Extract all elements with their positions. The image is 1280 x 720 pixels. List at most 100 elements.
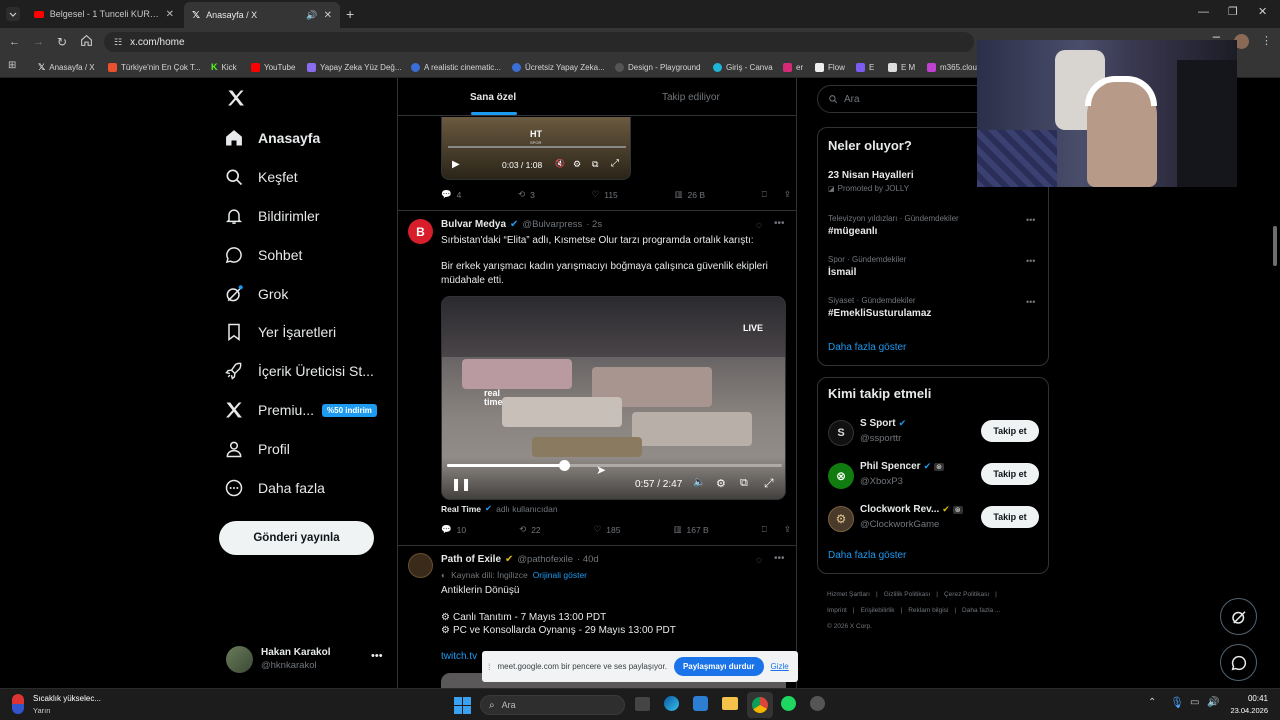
like-button[interactable]: ♡ 115: [592, 189, 618, 200]
share-icon[interactable]: ⇪: [784, 524, 791, 535]
taskbar-search[interactable]: ⌕ Ara: [480, 695, 625, 715]
edge-icon[interactable]: [664, 696, 679, 711]
post-link[interactable]: twitch.tv: [441, 651, 477, 662]
footer-link[interactable]: Gizlilik Politikası: [884, 587, 931, 603]
nav-profile[interactable]: Profil: [224, 432, 290, 466]
grok-explain-icon[interactable]: ◌: [756, 555, 762, 566]
video-player[interactable]: HT SPOR ▶ 0:03 / 1:08 🔇 ⚙ ⧉ ⤢: [441, 117, 631, 180]
footer-link[interactable]: Çerez Politikası: [944, 587, 989, 603]
microphone-icon[interactable]: 🎙: [1170, 696, 1184, 709]
stop-sharing-button[interactable]: Paylaşmayı durdur: [673, 657, 764, 676]
clock-time[interactable]: 00:41: [1228, 694, 1268, 703]
nav-creator-studio[interactable]: İçerik Üreticisi St...: [224, 354, 374, 388]
bookmark-12[interactable]: E M: [888, 60, 915, 74]
settings-icon[interactable]: ⚙: [716, 477, 726, 490]
back-icon[interactable]: ←: [9, 36, 20, 48]
site-info-icon[interactable]: ☷: [114, 37, 122, 48]
apps-grid-icon[interactable]: ⊞: [8, 60, 16, 71]
nav-notifications[interactable]: Bildirimler: [224, 199, 319, 233]
pause-icon[interactable]: ❚❚: [451, 477, 471, 491]
trend-item[interactable]: Spor · Gündemdekiler İsmail: [828, 255, 906, 278]
task-view-icon[interactable]: [635, 697, 650, 711]
fullscreen-icon[interactable]: ⤢: [764, 476, 774, 491]
file-explorer-icon[interactable]: [722, 697, 738, 710]
nav-home[interactable]: Anasayfa: [224, 121, 320, 155]
avatar[interactable]: B: [408, 219, 433, 244]
start-button[interactable]: [454, 697, 471, 714]
picture-in-picture-icon[interactable]: ⧉: [740, 477, 748, 490]
footer-link[interactable]: Hizmet Şartları: [827, 587, 870, 603]
video-player[interactable]: LIVE real time ❚❚ 0:57 / 2:47 🔈 ⚙ ⧉ ⤢: [441, 296, 786, 500]
bookmark-6[interactable]: Ücretsiz Yapay Zeka...: [512, 60, 605, 74]
post-more-icon[interactable]: •••: [774, 218, 785, 229]
views-button[interactable]: ▥ 26 B: [674, 189, 705, 200]
promoted-trend[interactable]: 23 Nisan Hayalleri ◪ Promoted by JOLLY: [828, 170, 914, 193]
display-icon[interactable]: ▭: [1190, 697, 1199, 708]
tab-x-home[interactable]: 𝕏 Anasayfa / X 🔊 ✕: [184, 2, 340, 28]
video-progress-track[interactable]: [448, 146, 626, 148]
video-progress-track[interactable]: [447, 460, 782, 471]
footer-link[interactable]: Erişilebilirlik: [861, 603, 895, 619]
store-icon[interactable]: [693, 696, 708, 711]
drag-handle-icon[interactable]: ⁞: [488, 662, 491, 672]
bookmark-5[interactable]: A realistic cinematic...: [411, 60, 501, 74]
bookmark-9[interactable]: er: [783, 60, 803, 74]
account-more-icon[interactable]: •••: [371, 650, 383, 662]
bookmark-8[interactable]: Giriş - Canva: [713, 60, 773, 74]
bookmark-1[interactable]: Türkiye'nin En Çok T...: [108, 60, 201, 74]
close-icon[interactable]: ✕: [324, 10, 332, 21]
show-more-trends-link[interactable]: Daha fazla göster: [828, 342, 906, 353]
attribution-name[interactable]: Real Time: [441, 504, 481, 514]
follow-suggestion[interactable]: ⚙ Clockwork Rev... ✔ ⊛ @ClockworkGame Ta…: [828, 504, 1040, 536]
x-logo-icon[interactable]: [226, 88, 246, 108]
settings-icon[interactable]: ⚙: [573, 159, 581, 170]
footer-link[interactable]: Imprint: [827, 603, 847, 619]
restore-button[interactable]: ❐: [1228, 5, 1238, 18]
author-name[interactable]: Path of Exile: [441, 554, 501, 565]
like-button[interactable]: ♡ 185: [594, 524, 621, 535]
bookmark-11[interactable]: E: [856, 60, 874, 74]
nav-grok[interactable]: Grok: [224, 277, 288, 311]
nav-chat[interactable]: Sohbet: [224, 238, 302, 272]
reply-button[interactable]: 💬 4: [441, 189, 461, 200]
fullscreen-icon[interactable]: ⤢: [611, 158, 619, 169]
weather-title[interactable]: Sıcaklık yükselec...: [33, 694, 101, 703]
clock-date[interactable]: 23.04.2026: [1222, 706, 1268, 715]
trend-more-icon[interactable]: •••: [1026, 297, 1035, 307]
bookmark-4[interactable]: Yapay Zeka Yüz Değ...: [307, 60, 402, 74]
tab-list-button[interactable]: [6, 7, 20, 21]
repost-button[interactable]: ⟲ 22: [519, 524, 541, 535]
play-icon[interactable]: ▶: [452, 159, 460, 170]
author-handle[interactable]: @Bulvarpress: [522, 219, 582, 230]
show-more-follow-link[interactable]: Daha fazla göster: [828, 550, 906, 561]
menu-kebab-icon[interactable]: ⋮: [1261, 34, 1272, 47]
trend-item[interactable]: Siyaset · Gündemdekiler #EmekliSusturula…: [828, 296, 931, 319]
bookmark-button[interactable]: ⎕ ⇪: [762, 524, 791, 535]
bookmark-button[interactable]: ⎕ ⇪: [762, 189, 791, 200]
hide-share-bar-link[interactable]: Gizle: [771, 662, 789, 671]
new-tab-button[interactable]: +: [346, 6, 354, 22]
nav-more[interactable]: Daha fazla: [224, 471, 325, 505]
grok-float-button[interactable]: [1220, 598, 1257, 635]
post-more-icon[interactable]: •••: [774, 553, 785, 564]
home-icon[interactable]: [80, 34, 93, 47]
follow-suggestion[interactable]: S S Sport ✔ @ssporttr Takip et: [828, 418, 1040, 450]
footer-link[interactable]: Daha fazla ...: [962, 603, 1000, 619]
account-switcher[interactable]: Hakan Karakol @hknkarakol: [226, 644, 386, 674]
tab-for-you[interactable]: Sana özel: [470, 92, 516, 103]
share-icon[interactable]: ⇪: [784, 189, 791, 200]
trend-item[interactable]: Televizyon yıldızları · Gündemdekiler #m…: [828, 214, 959, 237]
avatar[interactable]: [408, 553, 433, 578]
post-time[interactable]: · 40d: [577, 554, 599, 565]
grok-explain-icon[interactable]: ◌: [756, 220, 762, 231]
show-original-link[interactable]: Orijinali göster: [533, 570, 587, 580]
footer-link[interactable]: Reklam bilgisi: [908, 603, 948, 619]
reload-icon[interactable]: ↻: [57, 35, 67, 49]
author-name[interactable]: Bulvar Medya: [441, 219, 506, 230]
bookmark-2[interactable]: K Kick: [211, 60, 237, 74]
spotify-icon[interactable]: [781, 696, 796, 711]
taskbar-active-app[interactable]: [747, 692, 773, 718]
address-bar[interactable]: ☷ x.com/home: [104, 32, 974, 52]
page-scrollbar[interactable]: [1270, 78, 1280, 688]
tab-youtube[interactable]: Belgesel - 1 Tunceli KURTİZ - Yo ✕: [26, 4, 182, 24]
